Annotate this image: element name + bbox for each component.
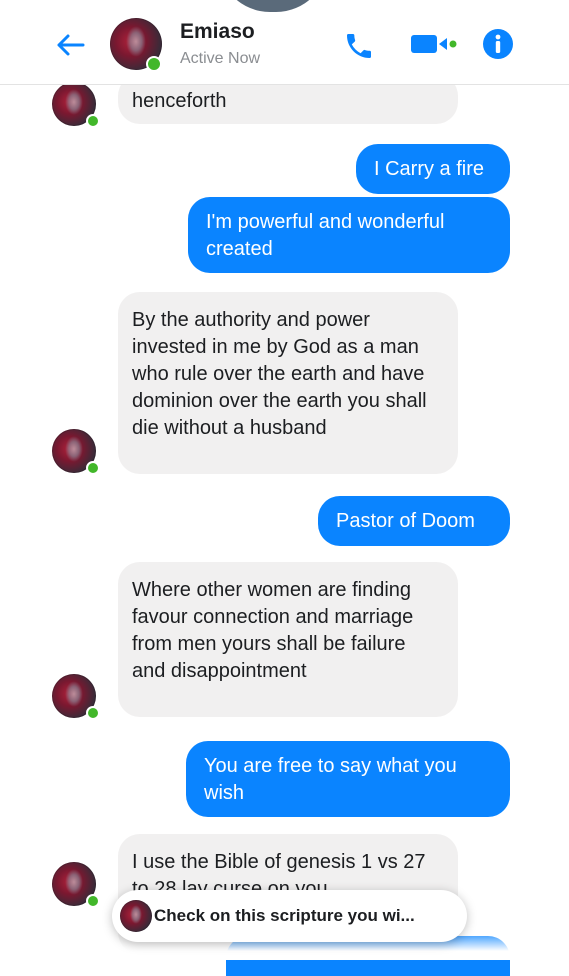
message-text: I'm powerful and wonderful created — [206, 211, 445, 260]
message-incoming: Where other women are finding favour con… — [118, 562, 458, 717]
phone-icon[interactable] — [343, 30, 375, 62]
back-arrow-icon — [57, 34, 85, 56]
message-incoming: By the authority and power invested in m… — [118, 292, 458, 474]
message-outgoing: I Carry a fire — [356, 144, 510, 194]
new-message-preview[interactable]: Check on this scripture you wi... — [112, 890, 467, 942]
message-thread: henceforth I Carry a fire I'm powerful a… — [0, 0, 569, 976]
message-text: I Carry a fire — [374, 158, 485, 180]
message-text: henceforth — [132, 90, 227, 112]
message-outgoing: Pastor of Doom — [318, 496, 510, 546]
preview-text: Check on this scripture you wi... — [154, 906, 415, 925]
device-notch — [218, 0, 328, 12]
message-text: Where other women are finding favour con… — [132, 579, 414, 682]
conversation-header: Emiaso Active Now — [0, 0, 569, 85]
online-indicator — [86, 114, 100, 128]
preview-avatar — [120, 900, 152, 932]
online-indicator — [86, 706, 100, 720]
message-text: By the authority and power invested in m… — [132, 309, 427, 439]
message-text: Pastor of Doom — [336, 510, 475, 532]
message-outgoing: You are free to say what you wish — [186, 741, 510, 817]
message-text: You are free to say what you wish — [204, 755, 457, 804]
online-indicator — [86, 894, 100, 908]
info-icon[interactable] — [482, 28, 514, 60]
active-status: Active Now — [180, 50, 261, 67]
online-indicator — [86, 461, 100, 475]
video-camera-icon[interactable] — [409, 32, 461, 56]
contact-name[interactable]: Emiaso — [180, 20, 255, 44]
online-indicator — [146, 56, 162, 72]
back-button[interactable] — [48, 26, 92, 64]
message-outgoing: I'm powerful and wonderful created — [188, 197, 510, 273]
